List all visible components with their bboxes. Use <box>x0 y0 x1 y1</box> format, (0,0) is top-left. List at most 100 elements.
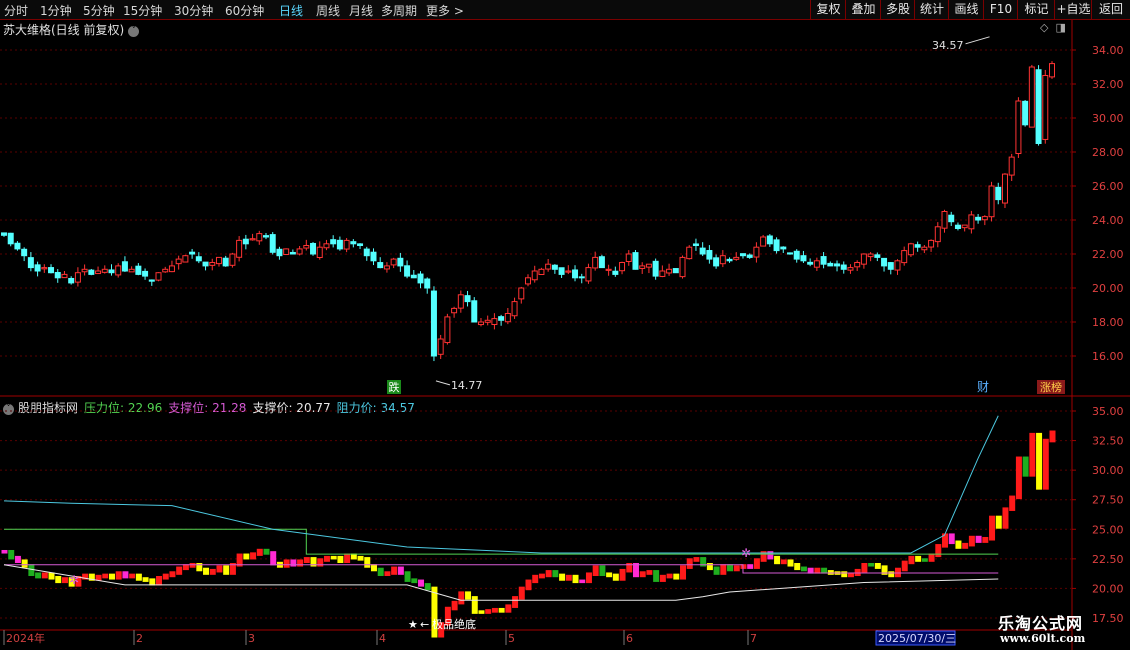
candle-body-55 <box>370 251 377 262</box>
ind-block-128 <box>861 562 868 573</box>
candle-body-49 <box>330 239 337 245</box>
ind-block-62 <box>418 579 425 587</box>
candle-body-42 <box>283 248 290 256</box>
xtick-label-5: 6 <box>626 632 633 645</box>
candle-body-130 <box>874 254 881 258</box>
candle-body-26 <box>175 258 182 265</box>
series-line-0 <box>4 528 999 555</box>
ind-block-155 <box>1042 438 1049 490</box>
ind-block-42 <box>283 559 290 568</box>
candle-body-80 <box>538 268 545 276</box>
ind-block-107 <box>720 564 727 575</box>
price-chart[interactable]: 16.00 18.00 20.00 22.00 24.00 26.00 28.00 30.00… <box>0 0 1130 650</box>
ind-block-58 <box>391 566 398 575</box>
candle-body-70 <box>471 300 478 323</box>
candle-body-39 <box>263 235 269 238</box>
ind-block-71 <box>478 610 485 614</box>
candle-body-53 <box>357 243 364 246</box>
ind-block-109 <box>733 565 740 572</box>
asterisk-icon-2: ✲ <box>741 546 751 560</box>
candle-body-22 <box>148 279 155 282</box>
candle-body-37 <box>249 238 256 241</box>
ind-block-26 <box>176 566 183 575</box>
ytick-label-ind-6: 32.50 <box>1092 435 1124 448</box>
candle-body-4 <box>27 257 34 269</box>
candle-body-51 <box>343 239 350 250</box>
ind-block-156 <box>1049 430 1056 443</box>
asterisk-icon-1: ✲ <box>69 573 79 587</box>
candle-body-78 <box>525 277 531 285</box>
candle-body-128 <box>860 253 867 265</box>
ind-block-72 <box>485 609 492 614</box>
ind-block-150 <box>1009 495 1016 511</box>
ind-block-135 <box>908 555 915 565</box>
ind-block-63 <box>424 583 431 591</box>
candle-body-135 <box>907 243 914 256</box>
candle-body-16 <box>108 269 115 274</box>
ind-block-148 <box>995 515 1002 529</box>
ind-block-6 <box>41 572 48 579</box>
candle-body-150 <box>1008 156 1015 176</box>
candle-body-102 <box>686 246 693 260</box>
candle-body-100 <box>672 268 679 274</box>
ind-block-92 <box>619 568 626 581</box>
ind-block-81 <box>545 570 552 578</box>
candle-body-29 <box>195 256 202 262</box>
candle-body-0 <box>1 232 7 236</box>
candle-body-45 <box>303 245 310 249</box>
ind-block-147 <box>989 515 996 541</box>
candle-body-97 <box>652 260 659 277</box>
candle-body-36 <box>242 238 249 245</box>
ytick-label-ind-2: 22.50 <box>1092 553 1124 566</box>
ind-block-144 <box>968 535 975 547</box>
xtick-label-3: 4 <box>379 632 386 645</box>
ind-block-145 <box>975 535 982 543</box>
watermark-url: www.60lt.com <box>1000 632 1086 645</box>
ind-block-133 <box>894 567 901 578</box>
ind-block-69 <box>465 591 472 600</box>
ind-block-129 <box>868 562 875 567</box>
candle-body-27 <box>182 255 189 263</box>
candle-body-11 <box>74 272 81 283</box>
ind-block-44 <box>297 559 304 567</box>
candle-body-103 <box>692 243 699 246</box>
ind-block-91 <box>612 573 619 581</box>
ind-block-86 <box>579 579 586 584</box>
ind-block-97 <box>653 570 660 582</box>
ind-block-5 <box>35 572 42 579</box>
candle-body-154 <box>1035 69 1042 144</box>
candle-body-86 <box>578 276 585 279</box>
candle-body-101 <box>679 256 686 278</box>
ind-block-77 <box>518 586 525 600</box>
candle-body-67 <box>451 307 458 314</box>
candle-body-74 <box>498 316 505 321</box>
candle-body-151 <box>1015 100 1022 155</box>
ind-block-54 <box>364 557 371 568</box>
candle-body-147 <box>988 185 995 218</box>
candle-body-59 <box>397 257 404 267</box>
candle-body-9 <box>61 273 68 279</box>
candle-body-32 <box>215 256 222 265</box>
ind-block-105 <box>706 562 713 571</box>
high-arrow <box>965 36 990 45</box>
ind-block-116 <box>780 559 787 565</box>
candle-body-104 <box>699 247 706 255</box>
ind-block-61 <box>411 578 418 584</box>
candle-body-30 <box>202 261 209 267</box>
candle-body-117 <box>787 252 793 255</box>
ind-block-47 <box>317 558 324 567</box>
candle-body-110 <box>739 253 746 257</box>
cai-label: 财 <box>977 380 989 394</box>
ytick-label-ind-4: 27.50 <box>1092 494 1124 507</box>
candle-body-58 <box>390 258 397 266</box>
candle-body-69 <box>464 295 471 303</box>
ind-block-36 <box>243 553 250 560</box>
candle-body-28 <box>189 251 196 255</box>
ind-block-103 <box>693 557 700 562</box>
ytick-label-main-0: 16.00 <box>1092 350 1124 363</box>
ytick-label-main-1: 18.00 <box>1092 316 1124 329</box>
ytick-label-ind-0: 17.50 <box>1092 612 1124 625</box>
candle-body-105 <box>706 250 713 260</box>
ind-block-51 <box>344 553 351 563</box>
die-label: 跌 <box>389 380 400 394</box>
